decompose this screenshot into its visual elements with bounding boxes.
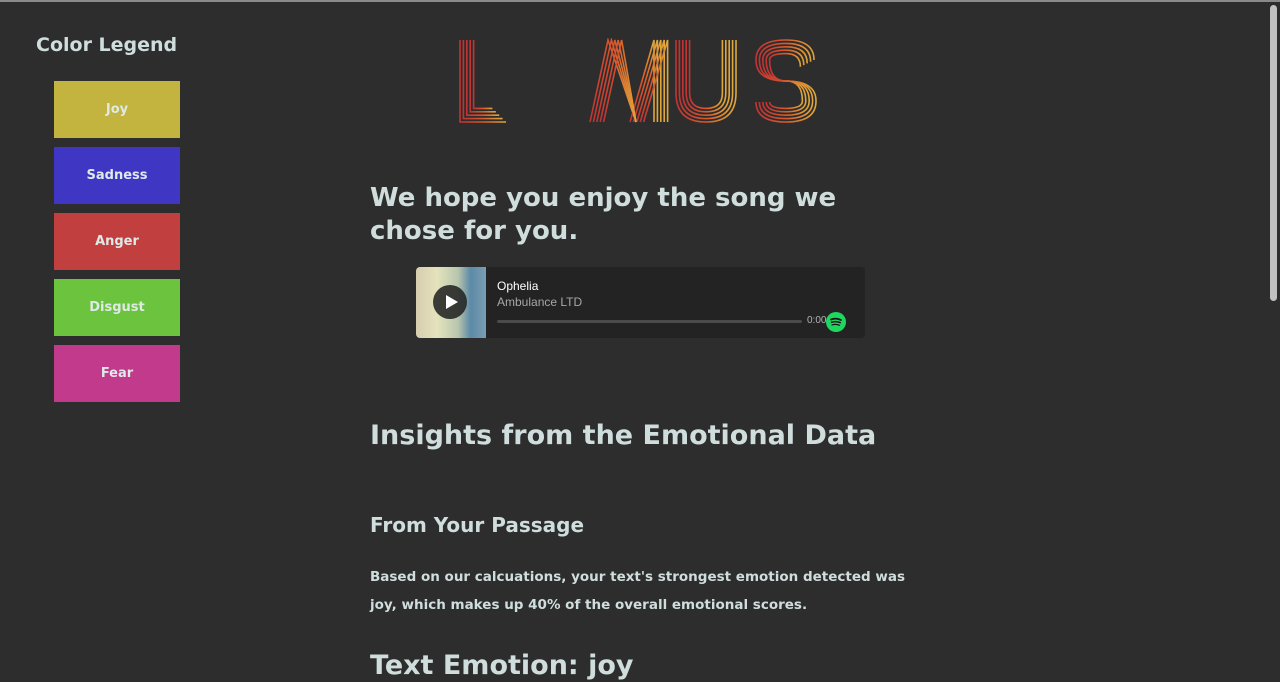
play-icon[interactable] [433, 285, 467, 319]
insights-heading: Insights from the Emotional Data [370, 420, 877, 451]
passage-text: Based on our calcuations, your text's st… [370, 569, 905, 613]
litmus-logo [459, 38, 817, 123]
album-cover [416, 267, 486, 338]
track-title[interactable]: Ophelia [497, 279, 865, 293]
scrollbar[interactable] [1266, 2, 1280, 682]
spotify-player[interactable]: Ophelia Ambulance LTD 0:00 [416, 267, 865, 338]
legend-item-sadness: Sadness [54, 147, 180, 204]
legend-item-anger: Anger [54, 213, 180, 270]
legend-item-fear: Fear [54, 345, 180, 402]
song-heading: We hope you enjoy the song we chose for … [370, 183, 837, 246]
passage-heading: From Your Passage [370, 513, 585, 537]
legend-item-disgust: Disgust [54, 279, 180, 336]
color-legend: Color Legend [36, 34, 196, 70]
text-emotion-heading: Text Emotion: joy [370, 650, 634, 681]
spotify-icon[interactable] [826, 312, 846, 332]
legend-title: Color Legend [36, 34, 178, 56]
track-time: 0:00 [807, 315, 827, 326]
legend-item-joy: Joy [54, 81, 180, 138]
track-artist[interactable]: Ambulance LTD [497, 295, 865, 309]
scrollbar-thumb[interactable] [1270, 5, 1277, 301]
progress-bar[interactable] [497, 320, 802, 323]
